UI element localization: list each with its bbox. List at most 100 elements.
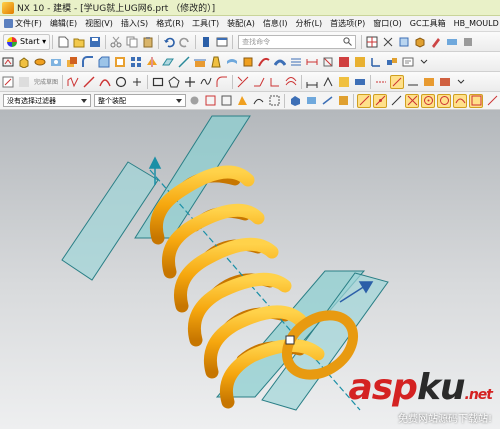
dimension-icon[interactable] xyxy=(305,75,319,89)
section-icon[interactable] xyxy=(321,55,335,69)
snap-endpoint-icon[interactable] xyxy=(357,93,371,108)
menu-information[interactable]: 信息(I) xyxy=(259,18,292,29)
save-icon[interactable] xyxy=(88,35,102,49)
offset-curve-icon[interactable] xyxy=(284,75,298,89)
menu-format[interactable]: 格式(R) xyxy=(152,18,188,29)
auto-constrain-icon[interactable] xyxy=(353,75,367,89)
pattern-icon[interactable] xyxy=(129,55,143,69)
line-icon[interactable] xyxy=(82,75,96,89)
convert-reference-icon[interactable] xyxy=(374,75,388,89)
menu-preferences[interactable]: 首选项(P) xyxy=(326,18,369,29)
rectangle-icon[interactable] xyxy=(151,75,165,89)
select-curves-icon[interactable] xyxy=(251,94,265,108)
menu-hb-mould[interactable]: HB_MOULD 帮 xyxy=(450,18,500,29)
body-color-icon[interactable] xyxy=(337,55,351,69)
snap-bounded-icon[interactable] xyxy=(485,94,499,108)
continuous-auto-dim-icon[interactable] xyxy=(406,75,420,89)
sweep-icon[interactable] xyxy=(257,55,271,69)
menu-edit[interactable]: 编辑(E) xyxy=(46,18,81,29)
snap-intersection-icon[interactable] xyxy=(405,93,419,108)
copy-icon[interactable] xyxy=(125,35,139,49)
constraint-icon[interactable] xyxy=(321,75,335,89)
menu-analysis[interactable]: 分析(L) xyxy=(291,18,326,29)
filter-settings-icon[interactable] xyxy=(187,94,201,108)
trim-body-icon[interactable] xyxy=(193,55,207,69)
menu-gc-toolbox[interactable]: GC工具箱 xyxy=(406,18,450,29)
window-icon[interactable] xyxy=(215,35,229,49)
plus-icon[interactable] xyxy=(183,75,197,89)
shell-icon[interactable] xyxy=(113,55,127,69)
sketch-more-icon[interactable] xyxy=(438,75,452,89)
color-icon[interactable] xyxy=(429,35,443,49)
snap-midpoint-icon[interactable] xyxy=(373,93,387,108)
point-icon[interactable] xyxy=(130,75,144,89)
chamfer-icon[interactable] xyxy=(97,55,111,69)
start-button[interactable]: Start ▾ xyxy=(3,33,51,50)
wcs-icon[interactable] xyxy=(369,55,383,69)
revolve-icon[interactable] xyxy=(33,55,47,69)
open-icon[interactable] xyxy=(72,35,86,49)
clear-selection-icon[interactable] xyxy=(219,94,233,108)
snap-icon[interactable] xyxy=(390,74,405,89)
select-features-icon[interactable] xyxy=(235,94,249,108)
select-all-icon[interactable] xyxy=(203,94,217,108)
edge-blend-icon[interactable] xyxy=(81,55,95,69)
offset-face-icon[interactable] xyxy=(241,55,255,69)
profile-icon[interactable] xyxy=(66,75,80,89)
menu-insert[interactable]: 插入(S) xyxy=(117,18,152,29)
hole-icon[interactable] xyxy=(49,55,63,69)
sketch-curve-icon[interactable] xyxy=(1,75,15,89)
render-style-icon[interactable] xyxy=(413,35,427,49)
more-icon[interactable] xyxy=(461,35,475,49)
overflow-icon[interactable] xyxy=(417,55,431,69)
left-datum-plane[interactable] xyxy=(61,161,159,281)
through-curves-icon[interactable] xyxy=(289,55,303,69)
menu-window[interactable]: 窗口(O) xyxy=(369,18,406,29)
zoom-icon[interactable] xyxy=(397,35,411,49)
tube-icon[interactable] xyxy=(273,55,287,69)
extrude-icon[interactable] xyxy=(17,55,31,69)
polygon-icon[interactable] xyxy=(167,75,181,89)
sketch-overflow-icon[interactable] xyxy=(454,75,468,89)
snap-point-on-face-icon[interactable] xyxy=(469,93,483,108)
assembly-scope-dropdown[interactable]: 整个装配 xyxy=(94,94,186,107)
make-corner-icon[interactable] xyxy=(268,75,282,89)
menu-assembly[interactable]: 装配(A) xyxy=(223,18,259,29)
fit-view-icon[interactable] xyxy=(381,35,395,49)
menu-file[interactable]: 文件(F) xyxy=(0,18,46,29)
studio-spline-icon[interactable] xyxy=(199,75,213,89)
circle-icon[interactable] xyxy=(114,75,128,89)
measure-icon[interactable] xyxy=(305,55,319,69)
fillet-icon[interactable] xyxy=(215,75,229,89)
snap-control-icon[interactable] xyxy=(389,94,403,108)
paste-icon[interactable] xyxy=(141,35,155,49)
snap-arc-center-icon[interactable] xyxy=(421,93,435,108)
show-hide-icon[interactable] xyxy=(353,55,367,69)
thicken-icon[interactable] xyxy=(225,55,239,69)
center-point-marker[interactable] xyxy=(285,335,295,345)
quick-trim-icon[interactable] xyxy=(236,75,250,89)
sketch-icon[interactable] xyxy=(1,55,15,69)
select-face-icon[interactable] xyxy=(304,94,318,108)
select-body-icon[interactable] xyxy=(288,94,302,108)
finish-sketch-icon[interactable] xyxy=(17,75,31,89)
snap-point-on-curve-icon[interactable] xyxy=(453,93,467,108)
drafting-icon[interactable] xyxy=(401,55,415,69)
new-file-icon[interactable] xyxy=(56,35,70,49)
graphics-viewport[interactable]: aspku.net 免费网站源码下载站! xyxy=(0,110,500,429)
cut-icon[interactable] xyxy=(109,35,123,49)
redo-icon[interactable] xyxy=(178,35,192,49)
selection-filter-dropdown[interactable]: 没有选择过滤器 xyxy=(3,94,91,107)
select-edge-icon[interactable] xyxy=(320,94,334,108)
datum-plane-icon[interactable] xyxy=(161,55,175,69)
menu-tools[interactable]: 工具(T) xyxy=(188,18,223,29)
draft-icon[interactable] xyxy=(209,55,223,69)
sketch-settings-icon[interactable] xyxy=(422,75,436,89)
select-box-icon[interactable] xyxy=(267,94,281,108)
arc-icon[interactable] xyxy=(98,75,112,89)
menu-view[interactable]: 视图(V) xyxy=(81,18,117,29)
datum-axis-icon[interactable] xyxy=(177,55,191,69)
view-grid-icon[interactable] xyxy=(365,35,379,49)
mirror-icon[interactable] xyxy=(145,55,159,69)
relation-icon[interactable] xyxy=(337,75,351,89)
